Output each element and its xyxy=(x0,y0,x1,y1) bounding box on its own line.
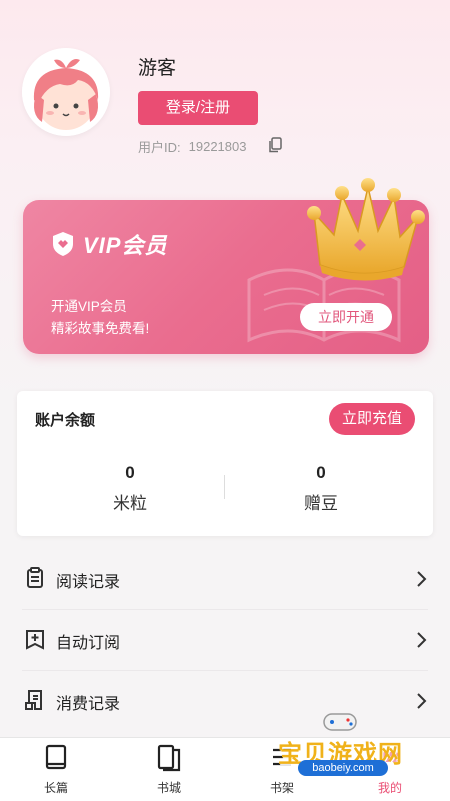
gamepad-icon xyxy=(323,713,357,731)
balance-card: 账户余额 立即充值 0 米粒 0 赠豆 xyxy=(17,391,433,536)
recharge-button[interactable]: 立即充值 xyxy=(329,403,415,435)
menu-item-label: 自动订阅 xyxy=(56,635,121,652)
chevron-right-icon xyxy=(416,570,428,593)
balance-item-rice[interactable]: 0 米粒 xyxy=(60,463,200,514)
book-icon xyxy=(45,744,67,770)
menu-item-label: 阅读记录 xyxy=(56,574,121,591)
menu-list: 阅读记录 自动订阅 消费记录 xyxy=(0,549,450,732)
tab-bookstore[interactable]: 书城 xyxy=(134,744,204,796)
chevron-right-icon xyxy=(416,631,428,654)
balance-divider xyxy=(224,475,225,499)
balance-title: 账户余额 xyxy=(35,412,96,429)
girl-avatar-icon xyxy=(22,48,110,136)
vip-title: VIP会员 xyxy=(83,233,168,258)
tab-long-novels[interactable]: 长篇 xyxy=(21,744,91,796)
tab-label: 我的 xyxy=(377,781,402,795)
vip-title-row: VIP会员 xyxy=(51,228,167,260)
vip-open-button[interactable]: 立即开通 xyxy=(300,303,392,331)
tab-label: 书架 xyxy=(269,781,294,795)
vip-desc-line2: 精彩故事免费看! xyxy=(51,321,150,336)
receipt-icon xyxy=(24,689,46,716)
vip-shield-icon xyxy=(53,232,73,256)
user-id-value: 19221803 xyxy=(188,139,247,154)
menu-item-label: 消费记录 xyxy=(56,696,121,713)
crown-icon xyxy=(307,178,425,281)
login-register-button[interactable]: 登录/注册 xyxy=(138,91,258,125)
user-id-row: 用户ID: 19221803 xyxy=(138,137,283,156)
bookmark-plus-icon xyxy=(24,628,46,655)
vip-desc-line1: 开通VIP会员 xyxy=(51,299,127,314)
avatar[interactable] xyxy=(22,48,110,136)
watermark: 宝贝游戏网 baobeiy.com xyxy=(268,708,418,778)
username: 游客 xyxy=(138,58,177,79)
vip-description: 开通VIP会员 精彩故事免费看! xyxy=(51,296,149,340)
balance-label: 米粒 xyxy=(113,494,147,513)
menu-item-auto-subscribe[interactable]: 自动订阅 xyxy=(0,610,450,671)
document-icon xyxy=(24,567,46,594)
watermark-url: baobeiy.com xyxy=(298,760,388,776)
menu-item-reading-history[interactable]: 阅读记录 xyxy=(0,549,450,610)
balance-label: 赠豆 xyxy=(304,494,338,513)
balance-value: 0 xyxy=(125,463,135,482)
copy-icon[interactable] xyxy=(268,137,283,156)
tab-label: 书城 xyxy=(156,781,181,795)
tab-label: 长篇 xyxy=(43,781,68,795)
balance-value: 0 xyxy=(316,463,326,482)
user-id-label: 用户ID: xyxy=(138,140,181,155)
books-icon xyxy=(157,744,181,772)
balance-item-bonus[interactable]: 0 赠豆 xyxy=(251,463,391,514)
